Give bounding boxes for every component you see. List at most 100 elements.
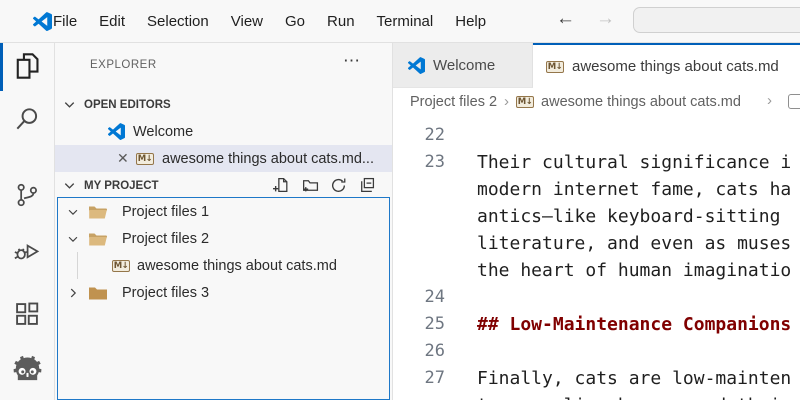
line-number: 23 xyxy=(393,149,445,176)
explorer-sidebar: EXPLORER ⋯ OPEN EDITORS Welcome ✕ M↓ awe… xyxy=(55,43,393,400)
chevron-right-icon: › xyxy=(504,93,509,110)
chevron-down-icon xyxy=(66,205,84,219)
code-editor[interactable]: 22 23Their cultural significance i moder… xyxy=(393,115,800,400)
open-editor-welcome[interactable]: Welcome xyxy=(55,118,392,145)
my-project-section-header[interactable]: MY PROJECT xyxy=(55,172,392,199)
code-line: 26 xyxy=(393,338,800,365)
folder-open-icon xyxy=(88,231,115,247)
tab-welcome[interactable]: Welcome xyxy=(393,43,533,88)
open-editor-cats-md[interactable]: ✕ M↓ awesome things about cats.md... xyxy=(55,145,392,172)
search-view-button[interactable] xyxy=(0,105,54,133)
markdown-icon: M↓ xyxy=(112,260,130,272)
chevron-down-icon xyxy=(62,178,77,193)
source-control-view-button[interactable] xyxy=(0,181,54,209)
titlebar: File Edit Selection View Go Run Terminal… xyxy=(0,0,800,43)
tree-item-project-files-2[interactable]: Project files 2 xyxy=(58,225,389,252)
godot-icon xyxy=(12,355,43,382)
tree-item-label: Project files 3 xyxy=(122,285,209,301)
markdown-icon: M↓ xyxy=(516,96,534,108)
tab-label: Welcome xyxy=(433,57,495,74)
menu-edit[interactable]: Edit xyxy=(88,13,136,30)
line-number: 26 xyxy=(393,338,445,365)
menu-selection[interactable]: Selection xyxy=(136,13,220,30)
menu-bar: File Edit Selection View Go Run Terminal… xyxy=(42,0,497,42)
line-number: 25 xyxy=(393,311,445,338)
close-icon[interactable]: ✕ xyxy=(117,150,131,167)
tree-actions xyxy=(273,172,375,199)
code-line: antics—like keyboard-sitting xyxy=(393,203,800,230)
breadcrumb: Project files 2 › M↓ awesome things abou… xyxy=(393,88,800,115)
activity-bar xyxy=(0,43,55,400)
open-editors-section-header[interactable]: OPEN EDITORS xyxy=(55,91,392,118)
vscode-icon xyxy=(408,57,425,74)
menu-file[interactable]: File xyxy=(42,13,88,30)
tree-item-label: Project files 2 xyxy=(122,231,209,247)
chevron-down-icon xyxy=(62,97,77,112)
menu-terminal[interactable]: Terminal xyxy=(366,13,445,30)
line-number xyxy=(393,230,445,257)
code-line: 24 xyxy=(393,284,800,311)
files-icon xyxy=(12,50,42,82)
extensions-view-button[interactable] xyxy=(0,300,54,328)
extensions-icon xyxy=(13,300,41,328)
code-line: 22 xyxy=(393,122,800,149)
my-project-label: MY PROJECT xyxy=(84,180,159,192)
chevron-down-icon xyxy=(66,232,84,246)
folder-closed-icon xyxy=(88,285,115,301)
run-debug-view-button[interactable] xyxy=(0,238,54,266)
search-icon xyxy=(13,105,41,133)
line-number xyxy=(393,392,445,400)
new-folder-icon[interactable] xyxy=(301,177,319,194)
breadcrumb-folder[interactable]: Project files 2 xyxy=(410,94,497,110)
menu-run[interactable]: Run xyxy=(316,13,366,30)
open-editors-label: OPEN EDITORS xyxy=(84,99,171,111)
menu-go[interactable]: Go xyxy=(274,13,316,30)
back-icon[interactable]: ← xyxy=(556,8,575,30)
forward-icon[interactable]: → xyxy=(596,8,615,30)
explorer-view-button[interactable] xyxy=(0,50,54,82)
vscode-window: File Edit Selection View Go Run Terminal… xyxy=(0,0,800,400)
code-line: the heart of human imaginatio xyxy=(393,257,800,284)
tab-label: awesome things about cats.md xyxy=(572,58,779,75)
line-number xyxy=(393,257,445,284)
tree-item-label: Project files 1 xyxy=(122,204,209,220)
markdown-heading: ## Low-Maintenance Companions xyxy=(477,311,791,338)
open-editor-label: Welcome xyxy=(133,124,193,140)
code-line: 23Their cultural significance i xyxy=(393,149,800,176)
markdown-icon: M↓ xyxy=(136,153,154,165)
source-control-icon xyxy=(13,181,41,209)
chevron-right-icon: › xyxy=(767,92,772,109)
run-debug-icon xyxy=(13,238,41,266)
sidebar-title: EXPLORER xyxy=(90,59,157,71)
symbol-icon[interactable] xyxy=(788,94,800,109)
tree-item-project-files-3[interactable]: Project files 3 xyxy=(58,279,389,306)
code-line: modern internet fame, cats ha xyxy=(393,176,800,203)
menu-help[interactable]: Help xyxy=(444,13,497,30)
code-line: literature, and even as muses xyxy=(393,230,800,257)
open-editor-label: awesome things about cats.md... xyxy=(162,151,374,167)
tab-cats-md[interactable]: M↓ awesome things about cats.md xyxy=(533,43,800,88)
line-number: 27 xyxy=(393,365,445,392)
new-file-icon[interactable] xyxy=(273,177,290,194)
vscode-icon xyxy=(108,123,125,140)
line-number xyxy=(393,203,445,230)
editor-group: Welcome M↓ awesome things about cats.md … xyxy=(393,43,800,400)
tree-item-label: awesome things about cats.md xyxy=(137,258,337,274)
code-line: 27Finally, cats are low-mainten xyxy=(393,365,800,392)
line-number: 24 xyxy=(393,284,445,311)
tab-bar: Welcome M↓ awesome things about cats.md xyxy=(393,43,800,88)
more-actions-icon[interactable]: ⋯ xyxy=(343,51,361,71)
refresh-icon[interactable] xyxy=(330,177,347,194)
tree-item-project-files-1[interactable]: Project files 1 xyxy=(58,198,389,225)
collapse-all-icon[interactable] xyxy=(358,177,375,194)
tree-item-cats-md[interactable]: M↓ awesome things about cats.md xyxy=(58,252,389,279)
command-center-search[interactable] xyxy=(633,7,800,33)
chevron-right-icon xyxy=(66,286,84,300)
markdown-icon: M↓ xyxy=(546,61,564,73)
line-number: 22 xyxy=(393,122,445,149)
code-line: to sprawling homes, and their xyxy=(393,392,800,400)
breadcrumb-file[interactable]: awesome things about cats.md xyxy=(541,94,741,110)
file-tree: Project files 1 Project files 2 M↓ aweso… xyxy=(57,197,390,400)
menu-view[interactable]: View xyxy=(220,13,274,30)
godot-tools-view-button[interactable] xyxy=(0,355,54,382)
